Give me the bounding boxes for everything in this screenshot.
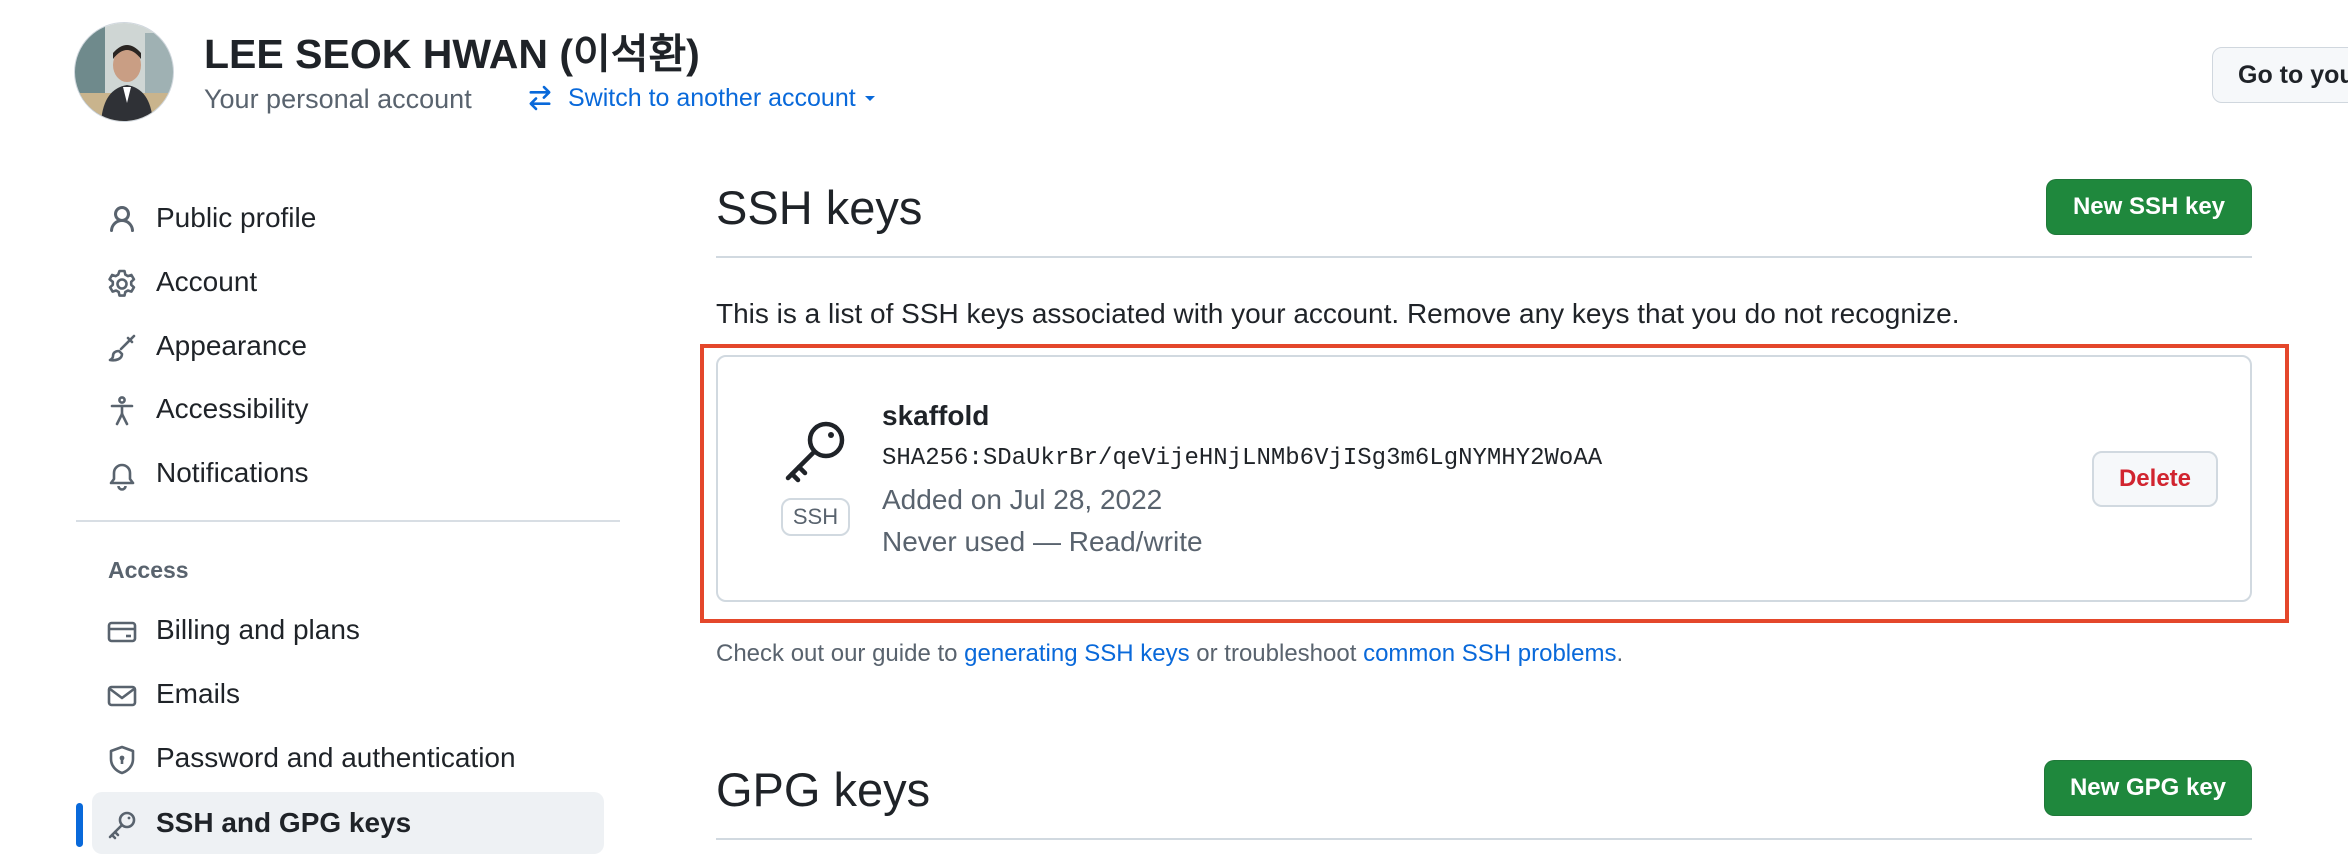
- sidebar-item-notifications[interactable]: Notifications: [92, 442, 604, 504]
- help-suffix: .: [1616, 640, 1624, 667]
- help-prefix: Check out our guide to: [716, 640, 965, 667]
- sidebar-item-label: Public profile: [156, 202, 317, 233]
- shield-lock-icon: [106, 744, 138, 776]
- sidebar-item-public-profile[interactable]: Public profile: [92, 187, 604, 249]
- ssh-help-text: Check out our guide to generating SSH ke…: [716, 638, 1623, 670]
- new-gpg-key-button[interactable]: New GPG key: [2044, 760, 2252, 816]
- key-icon: [106, 809, 138, 841]
- sidebar-item-label: Billing and plans: [156, 614, 360, 645]
- delete-ssh-key-button[interactable]: Delete: [2092, 451, 2218, 507]
- sidebar-item-emails[interactable]: Emails: [92, 663, 604, 725]
- ssh-intro-text: This is a list of SSH keys associated wi…: [716, 298, 1960, 329]
- paintbrush-icon: [106, 332, 138, 364]
- sidebar-item-appearance[interactable]: Appearance: [92, 315, 604, 377]
- new-ssh-key-button[interactable]: New SSH key: [2046, 179, 2252, 235]
- go-to-profile-button[interactable]: Go to your personal profile: [2212, 47, 2348, 103]
- switch-account-link[interactable]: Switch to another account: [526, 80, 878, 116]
- ssh-section-divider: [716, 256, 2252, 258]
- key-icon: [780, 416, 850, 486]
- ssh-type-label: SSH: [781, 498, 850, 536]
- caret-down-icon: [862, 90, 878, 106]
- sidebar-item-label: Notifications: [156, 457, 309, 488]
- ssh-section-title: SSH keys: [716, 181, 923, 234]
- generating-ssh-keys-link[interactable]: generating SSH keys: [964, 640, 1189, 667]
- active-indicator: [76, 803, 83, 847]
- gear-icon: [106, 268, 138, 300]
- ssh-key-added-date: Added on Jul 28, 2022: [882, 484, 1163, 515]
- common-ssh-problems-link[interactable]: common SSH problems: [1363, 640, 1616, 667]
- person-icon: [106, 204, 138, 236]
- bell-icon: [106, 459, 138, 491]
- gpg-section-divider: [716, 838, 2252, 840]
- mail-icon: [106, 680, 138, 712]
- sidebar-item-accessibility[interactable]: Accessibility: [92, 378, 604, 440]
- sidebar-item-label: Password and authentication: [156, 742, 516, 773]
- sidebar-item-label: Account: [156, 266, 258, 297]
- settings-page: LEE SEOK HWAN (이석환) Your personal accoun…: [0, 0, 2348, 862]
- user-name: LEE SEOK HWAN (이석환): [204, 31, 700, 77]
- sidebar-item-label: SSH and GPG keys: [156, 807, 412, 838]
- sidebar-item-label: Emails: [156, 678, 241, 709]
- sidebar-item-label: Appearance: [156, 330, 308, 361]
- ssh-key-title: skaffold: [882, 400, 990, 431]
- ssh-key-fingerprint: SHA256:SDaUkrBr/qeVijeHNjLNMb6VjISg3m6Lg…: [882, 445, 1603, 472]
- help-middle: or troubleshoot: [1189, 640, 1364, 667]
- ssh-key-usage: Never used — Read/write: [882, 526, 1203, 557]
- credit-card-icon: [106, 616, 138, 648]
- sidebar-heading-access: Access: [108, 557, 189, 583]
- sidebar-item-ssh-gpg-keys[interactable]: SSH and GPG keys: [92, 792, 604, 854]
- avatar[interactable]: [74, 22, 174, 122]
- sidebar-item-account[interactable]: Account: [92, 251, 604, 313]
- switch-arrows-icon: [526, 84, 554, 112]
- sidebar-item-label: Accessibility: [156, 393, 309, 424]
- accessibility-icon: [106, 395, 138, 427]
- sidebar-item-password-authentication[interactable]: Password and authentication: [92, 727, 604, 789]
- account-type-label: Your personal account: [204, 84, 472, 114]
- sidebar-item-billing[interactable]: Billing and plans: [92, 599, 604, 661]
- gpg-section-title: GPG keys: [716, 763, 931, 816]
- sidebar-divider: [76, 520, 620, 522]
- switch-account-label: Switch to another account: [568, 84, 856, 112]
